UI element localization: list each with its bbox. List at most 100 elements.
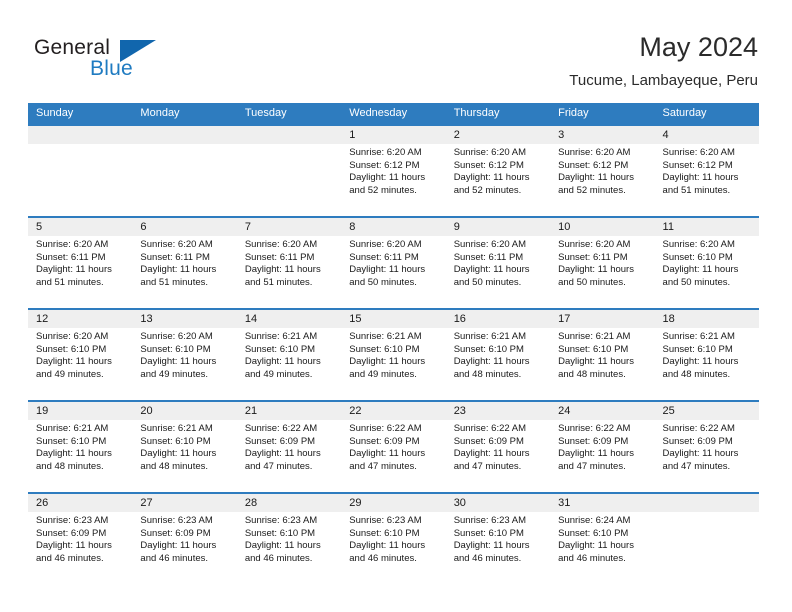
sunrise-text: Sunrise: 6:20 AM	[349, 147, 422, 158]
day-number: 30	[453, 497, 466, 509]
sunset-text: Sunset: 6:10 PM	[36, 435, 107, 447]
sunrise-text: Sunrise: 6:20 AM	[662, 147, 735, 158]
day-cell[interactable]: Sunrise: 6:21 AM Sunset: 6:10 PM Dayligh…	[132, 420, 236, 492]
day-cell[interactable]: Sunrise: 6:23 AM Sunset: 6:10 PM Dayligh…	[341, 512, 445, 584]
day-cell[interactable]: Sunrise: 6:21 AM Sunset: 6:10 PM Dayligh…	[655, 328, 759, 400]
weekday-header-monday: Monday	[140, 107, 180, 119]
day-cell[interactable]: Sunrise: 6:21 AM Sunset: 6:10 PM Dayligh…	[28, 420, 132, 492]
daylight-text-line1: Daylight: 11 hours	[662, 448, 739, 460]
weekday-header-friday: Friday	[558, 107, 589, 119]
day-cell[interactable]: Sunrise: 6:20 AM Sunset: 6:12 PM Dayligh…	[550, 144, 654, 216]
daylight-text-line2: and 47 minutes.	[558, 460, 626, 472]
sunset-text: Sunset: 6:12 PM	[662, 159, 733, 171]
daylight-text-line1: Daylight: 11 hours	[244, 540, 321, 552]
day-number: 11	[662, 221, 674, 233]
calendar-week-row: 12 13 14 15 16 17 18 Sunrise: 6:20 AM Su…	[28, 308, 759, 400]
sunrise-text: Sunrise: 6:22 AM	[558, 423, 631, 434]
day-cell[interactable]: Sunrise: 6:23 AM Sunset: 6:09 PM Dayligh…	[28, 512, 132, 584]
day-cell[interactable]: Sunrise: 6:20 AM Sunset: 6:11 PM Dayligh…	[550, 236, 654, 308]
daylight-text-line1: Daylight: 11 hours	[244, 448, 321, 460]
daylight-text-line1: Daylight: 11 hours	[36, 356, 112, 368]
sunset-text: Sunset: 6:09 PM	[140, 527, 211, 539]
daylight-text-line1: Daylight: 11 hours	[558, 264, 634, 276]
day-cell[interactable]: Sunrise: 6:20 AM Sunset: 6:11 PM Dayligh…	[341, 236, 445, 308]
day-cell[interactable]: Sunrise: 6:20 AM Sunset: 6:11 PM Dayligh…	[28, 236, 132, 308]
day-cell[interactable]: Sunrise: 6:23 AM Sunset: 6:10 PM Dayligh…	[446, 512, 550, 584]
day-number: 15	[349, 313, 362, 325]
day-cell[interactable]: Sunrise: 6:20 AM Sunset: 6:10 PM Dayligh…	[28, 328, 132, 400]
sunrise-text: Sunrise: 6:20 AM	[36, 239, 109, 250]
daylight-text-line1: Daylight: 11 hours	[453, 356, 530, 368]
day-cell[interactable]: Sunrise: 6:20 AM Sunset: 6:10 PM Dayligh…	[655, 236, 759, 308]
sunset-text: Sunset: 6:11 PM	[36, 251, 106, 263]
weekday-header-saturday: Saturday	[662, 107, 707, 119]
sunset-text: Sunset: 6:10 PM	[662, 343, 733, 355]
sunset-text: Sunset: 6:10 PM	[662, 251, 733, 263]
weekday-header-tuesday: Tuesday	[244, 107, 287, 119]
calendar-week-row: 19 20 21 22 23 24 25 Sunrise: 6:21 AM Su…	[28, 400, 759, 492]
daylight-text-line2: and 51 minutes.	[244, 276, 313, 288]
daylight-text-line1: Daylight: 11 hours	[558, 356, 634, 368]
day-cell[interactable]: Sunrise: 6:20 AM Sunset: 6:12 PM Dayligh…	[655, 144, 759, 216]
sunset-text: Sunset: 6:10 PM	[244, 527, 316, 539]
week-detail-band: Sunrise: 6:20 AM Sunset: 6:10 PM Dayligh…	[28, 328, 759, 400]
day-number: 9	[453, 221, 460, 233]
daylight-text-line1: Daylight: 11 hours	[36, 540, 112, 552]
day-cell[interactable]: Sunrise: 6:21 AM Sunset: 6:10 PM Dayligh…	[237, 328, 341, 400]
day-cell[interactable]: Sunrise: 6:22 AM Sunset: 6:09 PM Dayligh…	[237, 420, 341, 492]
daylight-text-line1: Daylight: 11 hours	[140, 356, 217, 368]
sunset-text: Sunset: 6:10 PM	[140, 343, 211, 355]
day-number	[237, 126, 341, 144]
day-cell[interactable]: Sunrise: 6:21 AM Sunset: 6:10 PM Dayligh…	[341, 328, 445, 400]
day-cell[interactable]: Sunrise: 6:20 AM Sunset: 6:10 PM Dayligh…	[132, 328, 236, 400]
day-cell[interactable]: Sunrise: 6:23 AM Sunset: 6:09 PM Dayligh…	[132, 512, 236, 584]
weekday-header-sunday: Sunday	[36, 107, 74, 119]
day-cell[interactable]: Sunrise: 6:21 AM Sunset: 6:10 PM Dayligh…	[446, 328, 550, 400]
day-cell[interactable]: Sunrise: 6:22 AM Sunset: 6:09 PM Dayligh…	[655, 420, 759, 492]
sunrise-text: Sunrise: 6:20 AM	[558, 239, 631, 250]
day-cell[interactable]: Sunrise: 6:20 AM Sunset: 6:12 PM Dayligh…	[341, 144, 445, 216]
week-day-number-band: 26 27 28 29 30 31	[28, 494, 759, 512]
day-number: 13	[140, 313, 153, 325]
sunset-text: Sunset: 6:09 PM	[36, 527, 107, 539]
sunrise-text: Sunrise: 6:20 AM	[36, 331, 109, 342]
day-cell[interactable]: Sunrise: 6:20 AM Sunset: 6:11 PM Dayligh…	[237, 236, 341, 308]
day-cell[interactable]: Sunrise: 6:20 AM Sunset: 6:11 PM Dayligh…	[446, 236, 550, 308]
day-number: 1	[349, 129, 356, 141]
day-number: 28	[244, 497, 258, 509]
day-number: 19	[36, 405, 49, 417]
day-number: 8	[349, 221, 356, 233]
sunrise-text: Sunrise: 6:21 AM	[453, 331, 527, 342]
sunrise-text: Sunrise: 6:20 AM	[453, 147, 527, 158]
sunset-text: Sunset: 6:12 PM	[558, 159, 629, 171]
sunset-text: Sunset: 6:10 PM	[558, 343, 629, 355]
daylight-text-line2: and 46 minutes.	[244, 552, 313, 564]
daylight-text-line2: and 47 minutes.	[349, 460, 417, 472]
day-number: 14	[244, 313, 258, 325]
daylight-text-line1: Daylight: 11 hours	[349, 448, 426, 460]
day-cell[interactable]: Sunrise: 6:22 AM Sunset: 6:09 PM Dayligh…	[446, 420, 550, 492]
day-cell[interactable]: Sunrise: 6:21 AM Sunset: 6:10 PM Dayligh…	[550, 328, 654, 400]
day-number: 21	[244, 405, 258, 417]
day-cell[interactable]: Sunrise: 6:20 AM Sunset: 6:12 PM Dayligh…	[446, 144, 550, 216]
day-cell[interactable]: Sunrise: 6:22 AM Sunset: 6:09 PM Dayligh…	[550, 420, 654, 492]
day-cell[interactable]	[28, 144, 132, 216]
day-cell[interactable]: Sunrise: 6:22 AM Sunset: 6:09 PM Dayligh…	[341, 420, 445, 492]
sunrise-text: Sunrise: 6:23 AM	[244, 515, 318, 526]
sunrise-text: Sunrise: 6:20 AM	[662, 239, 735, 250]
general-blue-logo[interactable]: General Blue	[34, 36, 194, 88]
day-cell[interactable]	[237, 144, 341, 216]
day-cell[interactable]: Sunrise: 6:24 AM Sunset: 6:10 PM Dayligh…	[550, 512, 654, 584]
day-cell[interactable]: Sunrise: 6:23 AM Sunset: 6:10 PM Dayligh…	[237, 512, 341, 584]
sunset-text: Sunset: 6:10 PM	[558, 527, 629, 539]
day-number: 20	[140, 405, 153, 417]
daylight-text-line1: Daylight: 11 hours	[558, 540, 634, 552]
day-cell[interactable]: Sunrise: 6:20 AM Sunset: 6:11 PM Dayligh…	[132, 236, 236, 308]
sunset-text: Sunset: 6:10 PM	[453, 343, 524, 355]
day-number: 18	[662, 313, 675, 325]
sunrise-text: Sunrise: 6:22 AM	[244, 423, 318, 434]
day-number: 25	[662, 405, 675, 417]
daylight-text-line1: Daylight: 11 hours	[36, 448, 112, 460]
day-cell[interactable]	[132, 144, 236, 216]
day-cell[interactable]	[655, 512, 759, 584]
